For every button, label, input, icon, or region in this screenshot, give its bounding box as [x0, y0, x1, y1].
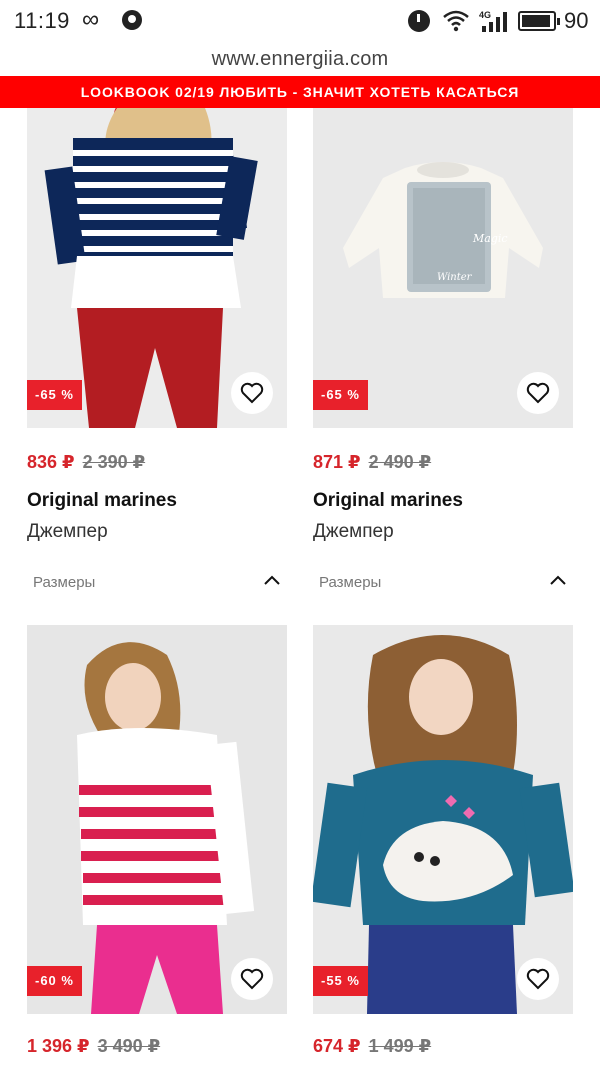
favorite-button[interactable]: [517, 958, 559, 1000]
current-price: 836 ₽: [27, 452, 75, 472]
product-image[interactable]: -65 %: [27, 108, 287, 428]
old-price: 3 490 ₽: [97, 1036, 161, 1056]
product-type: Джемпер: [313, 521, 394, 542]
product-brand[interactable]: Original marines: [27, 490, 177, 512]
current-price: 1 396 ₽: [27, 1036, 90, 1056]
product-image[interactable]: -60 %: [27, 625, 287, 1014]
product-card[interactable]: -60 % 1 396 ₽ 3 490 ₽: [27, 625, 287, 1066]
heart-icon: [526, 968, 550, 990]
heart-icon: [526, 382, 550, 404]
wifi-icon: [443, 10, 469, 32]
promo-banner[interactable]: LOOKBOOK 02/19 ЛЮБИТЬ - ЗНАЧИТ ХОТЕТЬ КА…: [0, 76, 600, 108]
product-type: Джемпер: [27, 521, 108, 542]
discount-badge: -55 %: [313, 966, 368, 996]
price-row: 674 ₽ 1 499 ₽: [313, 1036, 431, 1057]
product-image[interactable]: Magic Winter -65 %: [313, 108, 573, 428]
favorite-button[interactable]: [517, 372, 559, 414]
infinity-icon: ∞: [82, 6, 100, 33]
status-time: 11:19: [14, 8, 70, 33]
discount-badge: -65 %: [27, 380, 82, 410]
svg-text:Magic: Magic: [472, 232, 508, 245]
product-image[interactable]: -55 %: [313, 625, 573, 1014]
price-row: 836 ₽ 2 390 ₽: [27, 452, 145, 473]
promo-text: LOOKBOOK 02/19 ЛЮБИТЬ - ЗНАЧИТ ХОТЕТЬ КА…: [80, 84, 520, 100]
url-text[interactable]: www.ennergiia.com: [212, 48, 389, 70]
viber-icon: [122, 10, 142, 30]
product-photo: [313, 625, 573, 1014]
favorite-button[interactable]: [231, 372, 273, 414]
current-price: 871 ₽: [313, 452, 361, 472]
product-brand[interactable]: Original marines: [313, 490, 463, 512]
alarm-icon: [408, 10, 430, 32]
sizes-toggle[interactable]: Размеры: [33, 574, 95, 591]
product-photo: [27, 625, 287, 1014]
old-price: 2 390 ₽: [82, 452, 146, 472]
sizes-toggle[interactable]: Размеры: [319, 574, 381, 591]
old-price: 1 499 ₽: [368, 1036, 432, 1056]
address-bar[interactable]: www.ennergiia.com: [0, 42, 600, 76]
product-card[interactable]: -65 % 836 ₽ 2 390 ₽ Original marines Джем…: [27, 108, 287, 608]
battery-level: 90: [564, 8, 589, 33]
signal-icon: [482, 12, 507, 32]
svg-text:Winter: Winter: [437, 272, 473, 283]
price-row: 871 ₽ 2 490 ₽: [313, 452, 431, 473]
product-card[interactable]: -55 % 674 ₽ 1 499 ₽: [313, 625, 573, 1066]
price-row: 1 396 ₽ 3 490 ₽: [27, 1036, 160, 1057]
discount-badge: -65 %: [313, 380, 368, 410]
product-card[interactable]: Magic Winter -65 % 871 ₽ 2 490 ₽ Original…: [313, 108, 573, 608]
favorite-button[interactable]: [231, 958, 273, 1000]
discount-badge: -60 %: [27, 966, 82, 996]
heart-icon: [240, 968, 264, 990]
current-price: 674 ₽: [313, 1036, 361, 1056]
old-price: 2 490 ₽: [368, 452, 432, 472]
product-grid: -65 % 836 ₽ 2 390 ₽ Original marines Джем…: [0, 108, 600, 1066]
chevron-up-icon[interactable]: [549, 574, 567, 586]
status-bar: 11:19 ∞ 4G 90: [0, 0, 600, 42]
battery-icon: [518, 11, 560, 31]
chevron-up-icon[interactable]: [263, 574, 281, 586]
heart-icon: [240, 382, 264, 404]
